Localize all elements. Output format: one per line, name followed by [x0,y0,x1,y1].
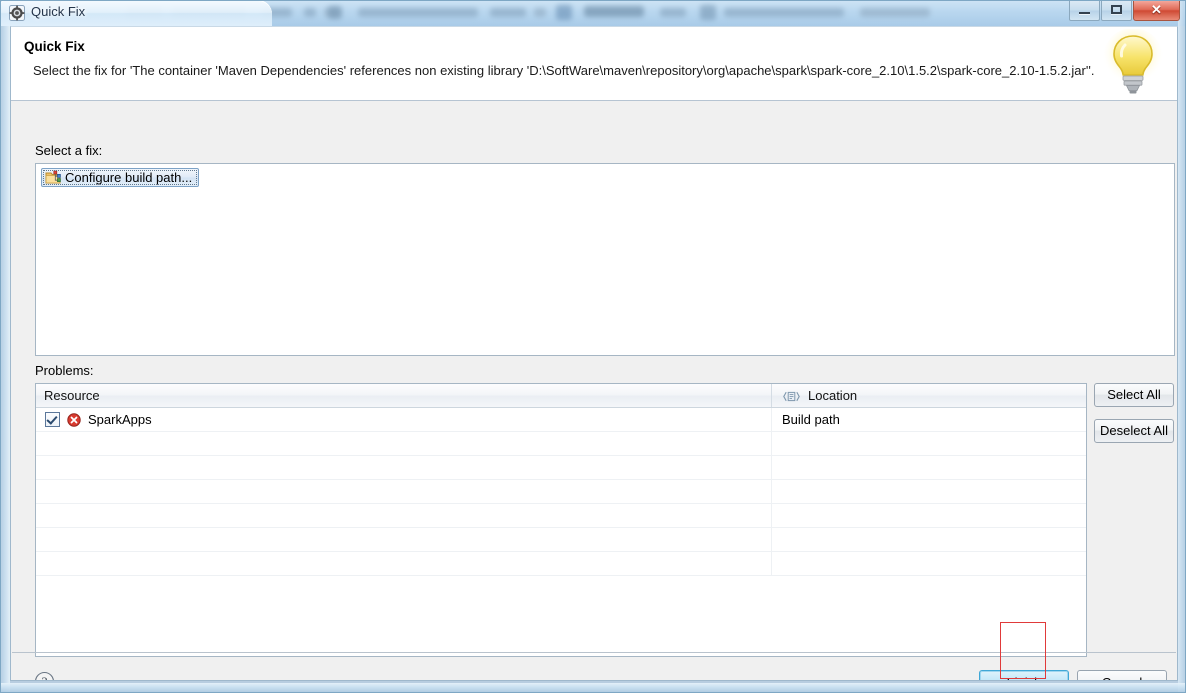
window-right-edge [1178,0,1186,693]
dialog-header: Quick Fix Select the fix for 'The contai… [11,27,1177,101]
fix-list-item-configure-build-path[interactable]: Configure build path... [41,168,200,187]
window-title: Quick Fix [31,4,86,19]
table-row-empty[interactable] [36,551,1086,576]
row-checkbox[interactable] [45,412,60,427]
footer-separator [12,652,1176,653]
location-column-icon [783,390,800,402]
table-row-empty[interactable] [36,479,1086,504]
cell-resource-empty [36,551,772,576]
table-header-row: Resource Location [36,384,1086,408]
page-title: Quick Fix [24,39,85,54]
quick-fix-dialog-window: Quick Fix ✕ Quick Fix Select the fix for… [0,0,1186,693]
cell-location-empty [772,552,1085,576]
maximize-button[interactable] [1101,1,1132,21]
help-icon[interactable]: ? [34,671,55,681]
dialog-body: Select a fix: Configure build path... Pr… [11,101,1177,680]
lightbulb-icon [1101,28,1165,97]
quickfix-icon [9,5,25,21]
problems-table[interactable]: Resource Location SparkApps Build path [35,383,1087,657]
header-description: Select the fix for 'The container 'Maven… [33,63,1095,78]
cell-resource-empty [36,455,772,480]
error-icon [67,412,81,427]
problems-label: Problems: [35,363,94,378]
maximize-icon [1111,5,1122,14]
column-header-resource-label: Resource [44,388,100,403]
window-controls: ✕ [1069,1,1180,21]
finish-button[interactable]: Finish [979,670,1069,680]
cell-resource: SparkApps [36,407,772,432]
column-header-resource[interactable]: Resource [36,384,772,407]
cell-resource-label: SparkApps [88,412,152,427]
select-a-fix-label: Select a fix: [35,143,103,158]
column-header-location[interactable]: Location [772,384,1085,407]
close-icon: ✕ [1151,2,1162,17]
table-row[interactable]: SparkApps Build path [36,407,1086,432]
close-button[interactable]: ✕ [1133,1,1180,21]
dialog-client-area: Quick Fix Select the fix for 'The contai… [10,26,1178,681]
fix-list-item-label: Configure build path... [65,170,193,185]
select-all-button[interactable]: Select All [1094,383,1174,407]
column-header-location-label: Location [808,388,858,403]
window-bottom-edge [0,683,1186,693]
minimize-icon [1079,12,1090,14]
cell-location-empty [772,528,1085,552]
cell-resource-empty [36,479,772,504]
window-left-edge [0,0,10,693]
cell-location-empty [772,480,1085,504]
svg-text:?: ? [42,674,48,681]
table-row-empty[interactable] [36,527,1086,552]
build-path-icon [45,170,61,185]
table-row-empty[interactable] [36,431,1086,456]
cell-location-empty [772,432,1085,456]
cell-resource-empty [36,527,772,552]
table-row-empty[interactable] [36,455,1086,480]
minimize-button[interactable] [1069,1,1100,21]
title-bar[interactable]: Quick Fix ✕ [0,0,1186,26]
fix-list[interactable]: Configure build path... [35,163,1175,356]
cell-location: Build path [782,411,840,427]
cell-resource-empty [36,503,772,528]
cell-location-empty [772,456,1085,480]
cell-resource-empty [36,431,772,456]
deselect-all-button[interactable]: Deselect All [1094,419,1174,443]
table-row-empty[interactable] [36,503,1086,528]
cell-location-empty [772,504,1085,528]
cancel-button[interactable]: Cancel [1077,670,1167,680]
